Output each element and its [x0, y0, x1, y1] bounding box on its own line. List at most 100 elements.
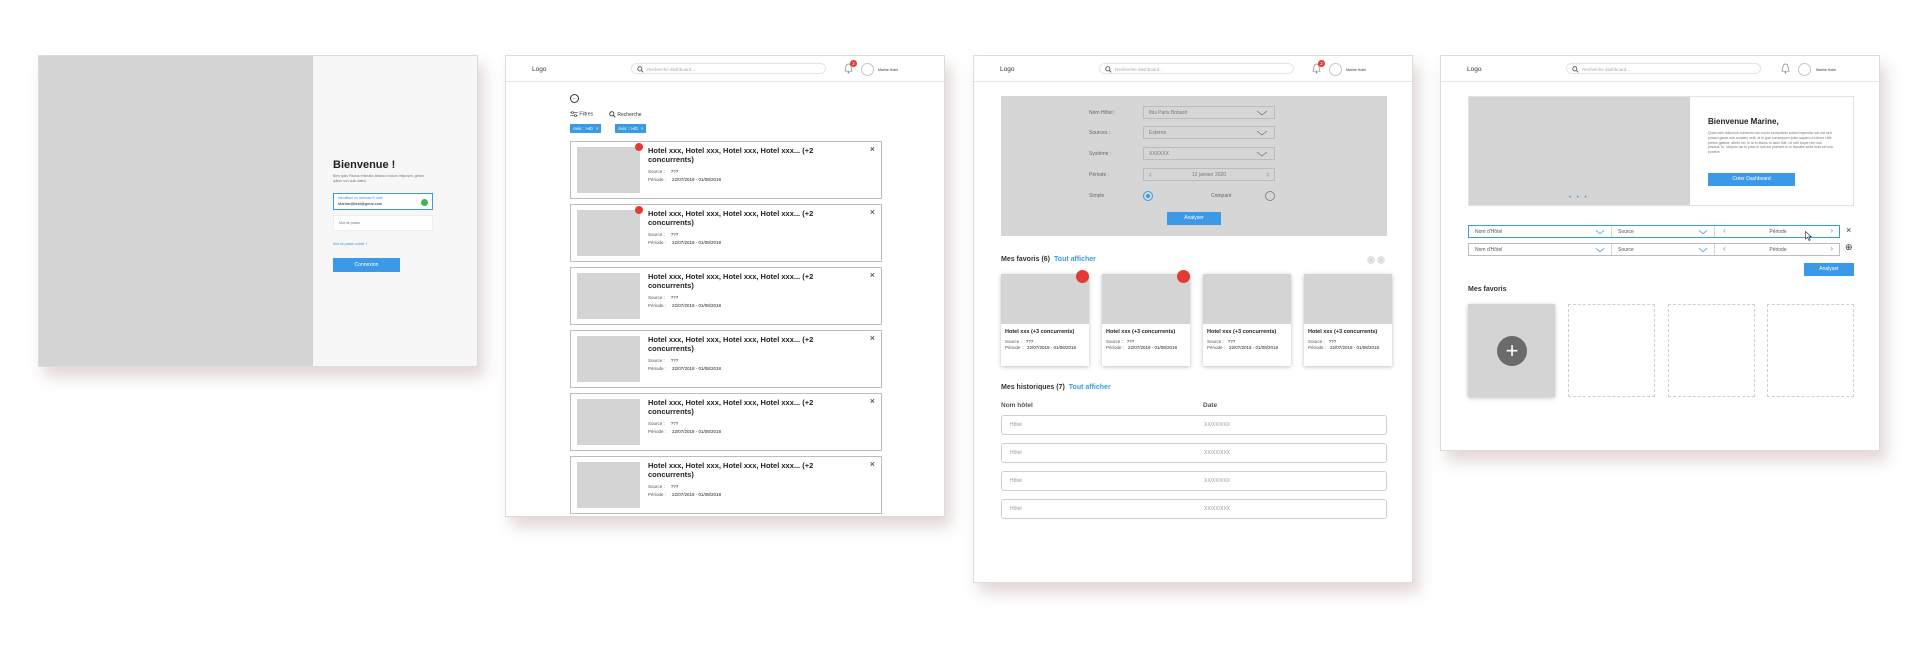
search-input[interactable]: Recherche dashboard... [1566, 63, 1761, 74]
user-name[interactable]: Marine Hotel [1346, 68, 1366, 72]
period-label: Période : [648, 366, 667, 371]
period-picker[interactable]: ‹ 12 janvier 2020 › [1143, 168, 1275, 181]
create-dashboard-button[interactable]: Créer Dashboard [1708, 173, 1795, 186]
period-picker[interactable]: ‹ Période › [1715, 244, 1841, 255]
hotel-card-source: Source :??? [648, 358, 678, 363]
column-header-hotel: Nom hôtel [1001, 402, 1033, 409]
user-name[interactable]: Marine Hotel [878, 68, 898, 72]
history-row[interactable]: Hôtel XX/XX/XXX [1001, 499, 1387, 519]
mouse-cursor-icon [1805, 231, 1812, 241]
user-name[interactable]: Marine Hotel [1816, 68, 1836, 72]
hotel-card[interactable]: Hotel xxx, Hotel xxx, Hotel xxx, Hotel x… [570, 141, 882, 199]
source-select[interactable]: Externe [1143, 126, 1275, 139]
hotel-select[interactable]: Nom d'Hôtel [1469, 244, 1611, 255]
close-icon[interactable]: × [641, 126, 644, 131]
source-select[interactable]: Source [1612, 226, 1714, 237]
favorite-card[interactable]: Hotel xxx (+3 concurrents) Source :??? Pér… [1001, 270, 1089, 366]
analyze-button[interactable]: Analyser [1167, 212, 1221, 225]
check-icon [421, 199, 428, 206]
filter-chip[interactable]: Avis : >40 × [615, 124, 647, 133]
favorite-card[interactable]: Hotel xxx (+3 concurrents) Source :??? Pér… [1304, 274, 1392, 366]
filters-button[interactable]: Filtres [570, 111, 593, 117]
avatar[interactable] [1798, 63, 1811, 76]
search-input[interactable]: Recherche dashboard... [631, 63, 826, 74]
filter-chip-label: Avis : >40 [618, 126, 638, 131]
bell-icon[interactable] [1781, 63, 1790, 74]
carousel-next-button[interactable]: › [1377, 256, 1385, 264]
comparison-row[interactable]: Nom d'Hôtel Source ‹ Période › [1468, 225, 1840, 238]
chevron-down-icon [1698, 247, 1708, 253]
remove-row-icon[interactable]: × [1846, 225, 1851, 235]
history-list-screen: Logo Recherche dashboard... 2 Marine Hot… [505, 55, 945, 517]
login-panel: Bienvenue ! Bien lpsis Paolus entinatin … [313, 56, 477, 366]
source-select[interactable]: Source [1612, 244, 1714, 255]
close-icon[interactable]: × [870, 270, 875, 280]
source-select-value: Externe [1149, 130, 1167, 136]
period-label: Période : [1106, 345, 1125, 350]
period-picker[interactable]: ‹ Période › [1715, 226, 1841, 237]
favorite-card-period: Période :22/07/2018 - 01/08/2018 [1207, 345, 1287, 351]
hotel-card[interactable]: Hotel xxx, Hotel xxx, Hotel xxx, Hotel x… [570, 204, 882, 262]
favorite-card[interactable]: Hotel xxx (+3 concurrents) Source :??? Pér… [1203, 274, 1291, 366]
period-label: Période : [1207, 345, 1226, 350]
hotel-select[interactable]: Ibis Paris Bobard [1143, 106, 1275, 119]
chevron-right-icon[interactable]: › [1266, 170, 1269, 179]
hotel-card-period: Période : 22/07/2018 - 01/08/2018 [648, 366, 721, 371]
compare-radio[interactable] [1265, 191, 1275, 201]
source-value: ??? [1227, 339, 1236, 344]
avatar[interactable] [1329, 63, 1342, 76]
back-button[interactable]: ← [570, 94, 579, 103]
close-icon[interactable]: × [870, 207, 875, 217]
source-label: Source : [648, 484, 665, 489]
filter-chip[interactable]: Avis : >40 × [570, 124, 602, 133]
comparison-row[interactable]: Nom d'Hôtel Source ‹ Période › [1468, 243, 1840, 256]
history-hotel-cell: Hôtel [1010, 478, 1022, 484]
hotel-card[interactable]: Hotel xxx, Hotel xxx, Hotel xxx, Hotel x… [570, 267, 882, 325]
close-icon[interactable]: × [870, 333, 875, 343]
logo[interactable]: Logo [1000, 66, 1014, 73]
empty-favorite-slot [1668, 304, 1755, 397]
analyze-button[interactable]: Analyser [1804, 263, 1854, 276]
add-row-icon[interactable]: ⊕ [1845, 242, 1853, 253]
favorite-card-title: Hotel xxx (+3 concurrents) [1207, 329, 1277, 335]
chevron-right-icon[interactable]: › [1830, 226, 1833, 235]
login-hero-image [39, 56, 313, 366]
email-field[interactable]: Identifiant ou adresse E-mail Marine@tes… [333, 193, 433, 210]
carousel-dots[interactable]: • • • [1569, 195, 1589, 201]
period-label: Période : [648, 177, 667, 182]
source-value: ??? [670, 358, 679, 363]
hotel-card[interactable]: Hotel xxx, Hotel xxx, Hotel xxx, Hotel x… [570, 456, 882, 514]
forgot-password-link[interactable]: Mot de passe oublié ? [333, 242, 367, 246]
top-header: Logo Recherche dashboard... 2 Marine Hot… [506, 56, 944, 82]
favorite-card[interactable]: Hotel xxx (+3 concurrents) Source :??? Pér… [1102, 270, 1190, 366]
avatar[interactable] [861, 63, 874, 76]
hotel-card[interactable]: Hotel xxx, Hotel xxx, Hotel xxx, Hotel x… [570, 393, 882, 451]
simple-radio[interactable] [1143, 191, 1153, 201]
search-icon [609, 111, 616, 118]
login-button[interactable]: Connexion [333, 258, 400, 272]
password-field[interactable]: Mot de passe [333, 215, 433, 231]
logo[interactable]: Logo [532, 66, 546, 73]
hotel-card-source: Source :??? [648, 421, 678, 426]
add-favorite-card[interactable]: + [1468, 304, 1555, 397]
system-select[interactable]: XXXXXX [1143, 147, 1275, 160]
history-row[interactable]: Hôtel XX/XX/XXX [1001, 471, 1387, 491]
logo[interactable]: Logo [1467, 66, 1481, 73]
hotel-card-period: Période : 22/07/2018 - 01/08/2018 [648, 177, 721, 182]
close-icon[interactable]: × [596, 126, 599, 131]
history-row[interactable]: Hôtel XX/XX/XXX [1001, 443, 1387, 463]
source-value: ??? [670, 169, 679, 174]
hotel-card[interactable]: Hotel xxx, Hotel xxx, Hotel xxx, Hotel x… [570, 330, 882, 388]
favorites-see-all-link[interactable]: Tout afficher [1054, 256, 1096, 263]
login-screen: Bienvenue ! Bien lpsis Paolus entinatin … [38, 55, 478, 367]
search-toggle-button[interactable]: Recherche [609, 111, 642, 118]
search-input[interactable]: Recherche dashboard... [1099, 63, 1294, 74]
close-icon[interactable]: × [870, 459, 875, 469]
carousel-prev-button[interactable]: ‹ [1367, 256, 1375, 264]
close-icon[interactable]: × [870, 144, 875, 154]
close-icon[interactable]: × [870, 396, 875, 406]
hotel-select[interactable]: Nom d'Hôtel [1469, 226, 1611, 237]
chevron-right-icon[interactable]: › [1830, 244, 1833, 253]
history-row[interactable]: Hôtel XX/XX/XXX [1001, 415, 1387, 435]
history-see-all-link[interactable]: Tout afficher [1069, 384, 1111, 391]
